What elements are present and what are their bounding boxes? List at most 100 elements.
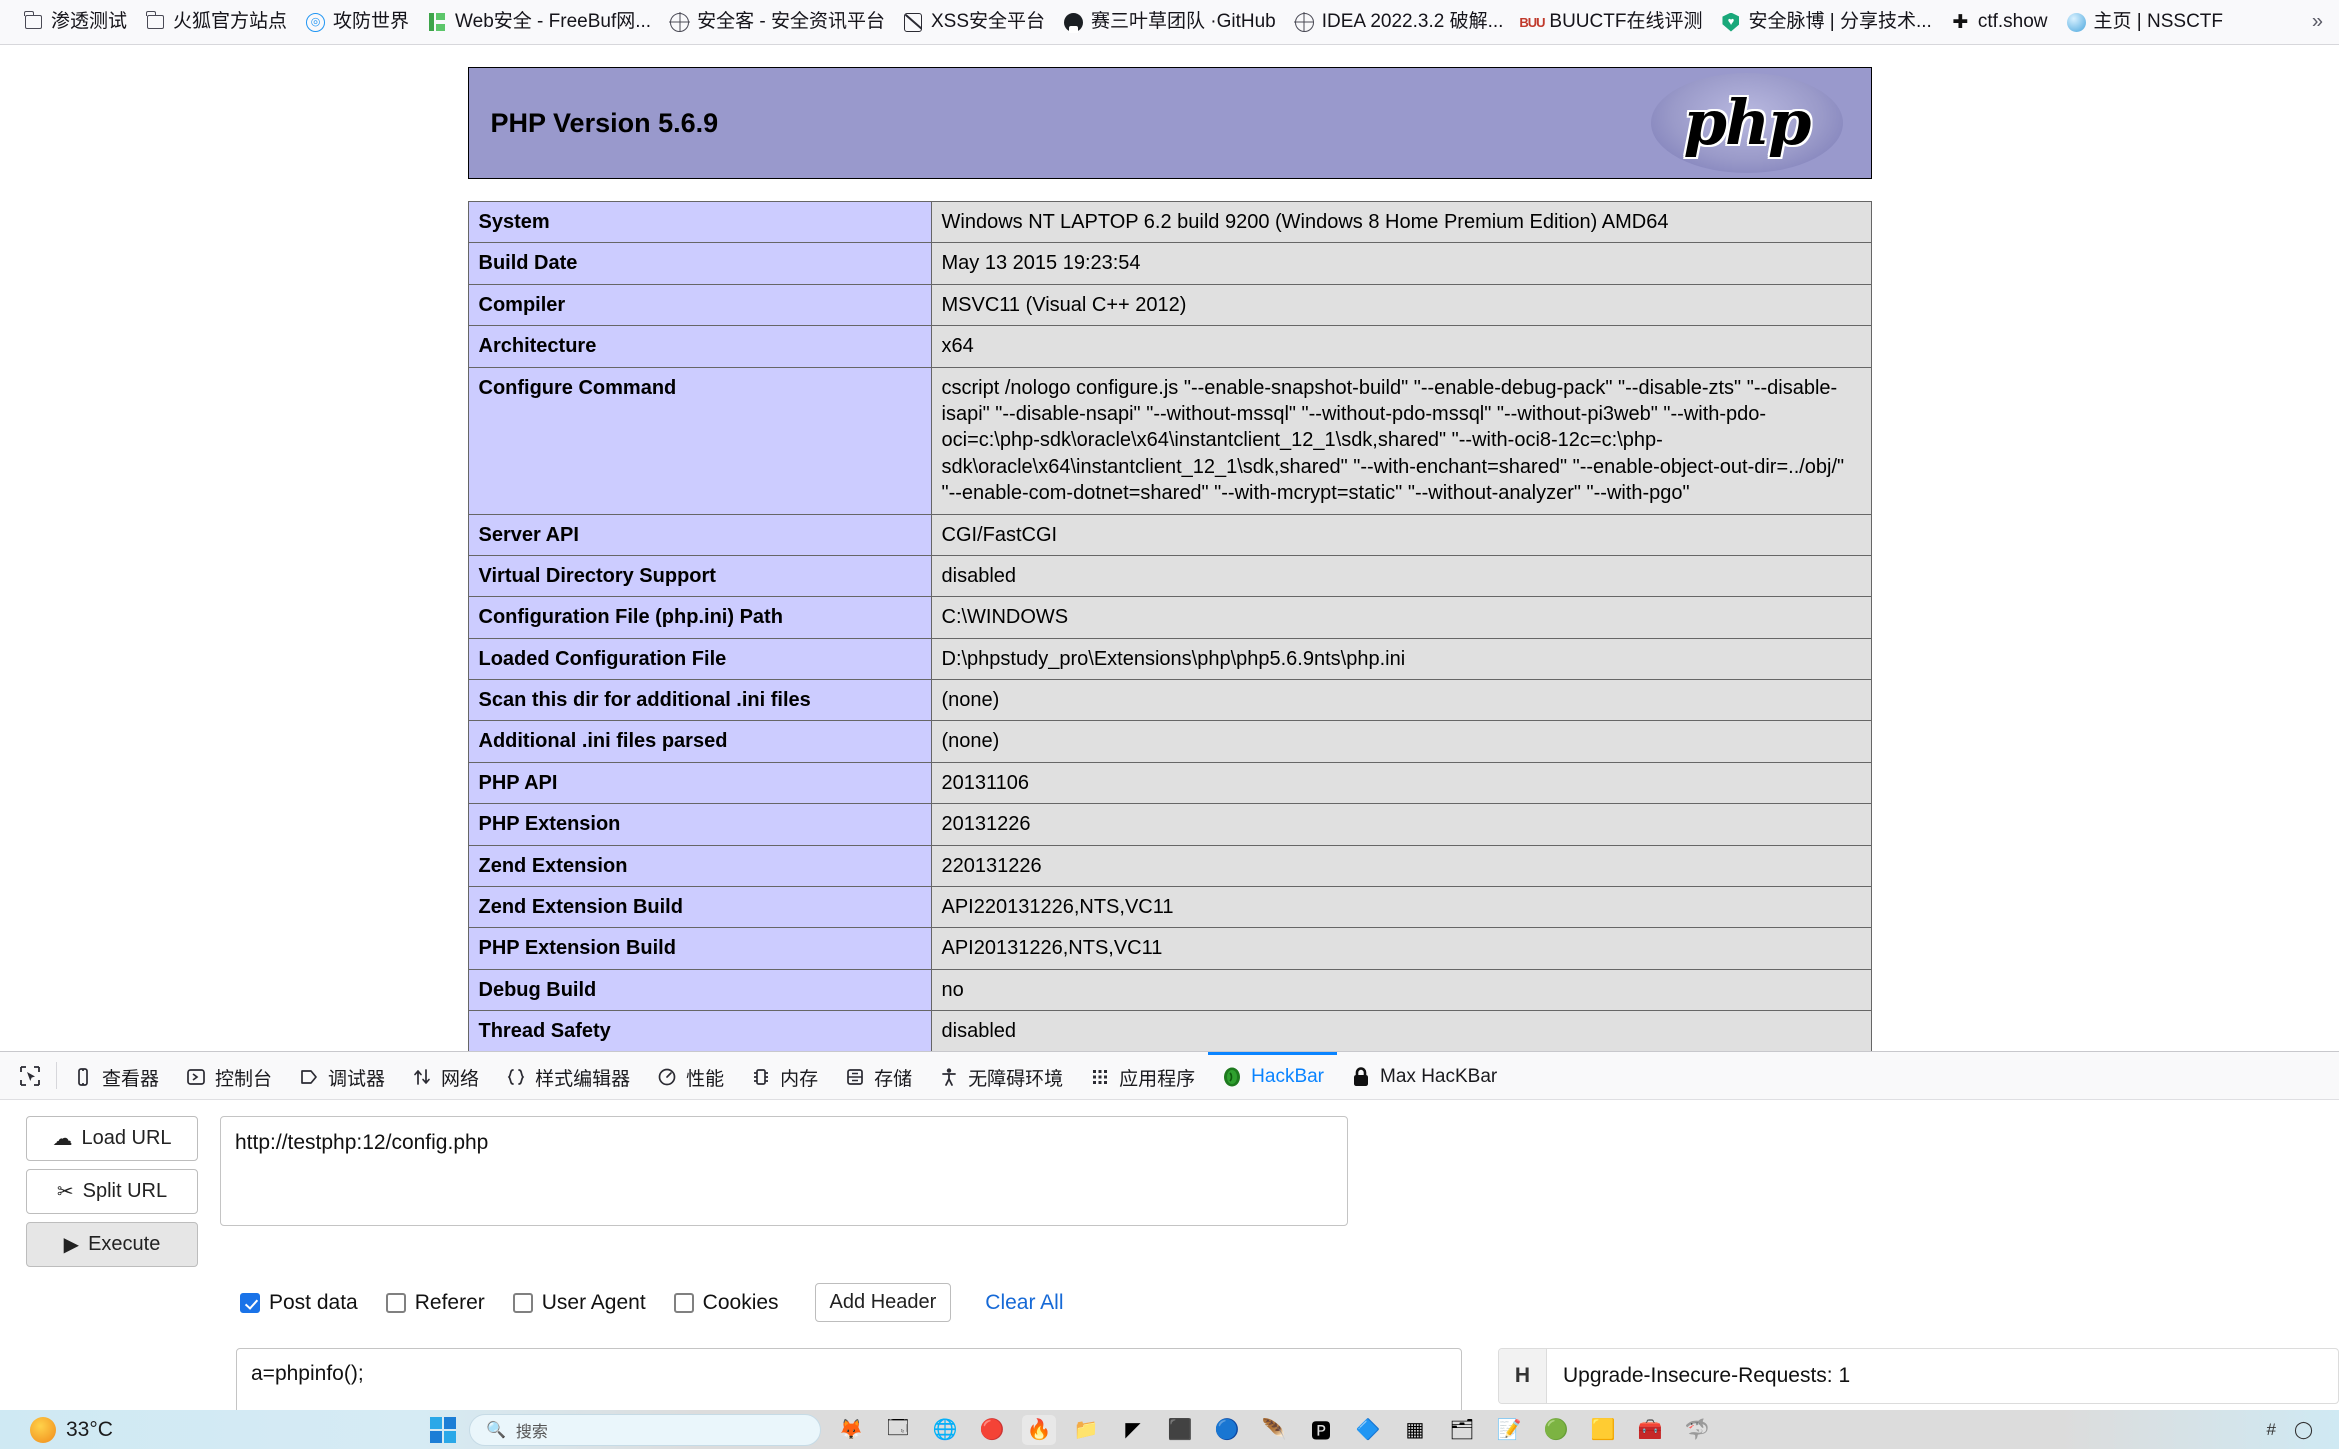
bookmark-label: 安全客 - 安全资讯平台 [697, 10, 885, 32]
taskbar-app-tool[interactable]: 🧰 [1633, 1415, 1667, 1445]
bookmark-item-1[interactable]: 火狐官方站点 [136, 8, 296, 37]
element-picker-button[interactable] [6, 1052, 54, 1099]
table-row: Configure Command cscript /nologo configu… [467, 366, 1872, 515]
tray-keyboard-icon[interactable]: # [2267, 1420, 2276, 1440]
split-url-button[interactable]: ✂ Split URL [26, 1169, 198, 1214]
taskbar-app-chrome[interactable]: 🔴 [975, 1415, 1009, 1445]
tab-style-editor[interactable]: 样式编辑器 [492, 1052, 643, 1099]
table-cell-value: 20131226 [930, 803, 1872, 846]
taskbar-app-browser2[interactable]: 🔵 [1210, 1415, 1244, 1445]
debugger-icon [298, 1066, 320, 1088]
tab-memory[interactable]: 内存 [737, 1052, 831, 1099]
checkbox-cookies-box[interactable] [673, 1292, 694, 1313]
checkbox-cookies[interactable]: Cookies [673, 1290, 779, 1315]
tab-lock[interactable]: Max HacKBar [1337, 1052, 1510, 1099]
bookmark-item-8[interactable]: BUU BUUCTF在线评测 [1512, 8, 1711, 37]
url-input[interactable] [220, 1116, 1348, 1226]
table-row: Server API CGI/FastCGI [467, 513, 1872, 556]
hackbar-button-column: ☁ Load URL ✂ Split URL ▶ Execute [26, 1116, 198, 1267]
table-cell-key: PHP API [467, 761, 932, 805]
devtools-panel: 查看器 控制台 调试器 网络 样式编辑器 性能 内存 存储 无障碍环境 应用程序 HackBar Ma… [0, 1051, 2339, 1449]
bookmark-item-2[interactable]: ◎ 攻防世界 [296, 8, 418, 37]
tray-status-icon[interactable]: ◯ [2294, 1420, 2313, 1440]
tab-application[interactable]: 应用程序 [1076, 1052, 1208, 1099]
table-cell-value: 220131226 [930, 844, 1872, 888]
bookmark-item-9[interactable]: ♥ 安全脉博 | 分享技术... [1711, 8, 1940, 37]
bookmark-item-10[interactable]: ✚ ctf.show [1941, 8, 2057, 37]
checkbox-referer-box[interactable] [385, 1292, 406, 1313]
tab-console[interactable]: 控制台 [172, 1052, 285, 1099]
tab-debugger[interactable]: 调试器 [285, 1052, 398, 1099]
taskbar-app-navicat[interactable]: 🔷 [1351, 1415, 1385, 1445]
bookmark-item-11[interactable]: 主页 | NSSCTF [2057, 8, 2233, 37]
taskbar-app-phpstudy[interactable]: 🅿 [1304, 1415, 1338, 1445]
taskbar-app-notepad[interactable]: 📝 [1492, 1415, 1526, 1445]
shield-icon: ♥ [1720, 12, 1741, 33]
table-row: Loaded Configuration File D:\phpstudy_pro… [467, 637, 1872, 681]
checkbox-cookies-label: Cookies [702, 1290, 779, 1314]
taskbar-app-firefox-dev[interactable]: 🔥 [1022, 1414, 1056, 1445]
tab-inspector[interactable]: 查看器 [59, 1052, 172, 1099]
taskbar-app-sublime[interactable]: ◤ [1116, 1415, 1150, 1445]
taskbar-app-jetbrains[interactable]: ⬛ [1163, 1415, 1197, 1445]
checkbox-user-agent[interactable]: User Agent [512, 1291, 646, 1315]
table-cell-key: Loaded Configuration File [467, 637, 932, 681]
bookmark-item-5[interactable]: XSS安全平台 [894, 8, 1054, 37]
bookmark-item-0[interactable]: 渗透测试 [14, 8, 136, 37]
clear-all-link[interactable]: Clear All [985, 1291, 1063, 1315]
table-row: Zend Extension 220131226 [467, 844, 1872, 888]
globe-icon [669, 12, 690, 33]
bookmarks-overflow-chevron-icon[interactable]: » [2306, 9, 2329, 36]
table-cell-value: disabled [930, 1010, 1872, 1051]
checkbox-post-data-box[interactable] [240, 1292, 260, 1313]
tab-hackbar[interactable]: HackBar [1208, 1052, 1338, 1099]
table-cell-value: (none) [930, 679, 1872, 722]
taskbar-search-box[interactable]: 🔍 搜索 [469, 1413, 821, 1446]
taskbar-app-feather[interactable]: 🪶 [1257, 1415, 1291, 1445]
bookmark-item-7[interactable]: IDEA 2022.3.2 破解... [1285, 8, 1513, 37]
taskbar-app-folder[interactable]: 📁 [1069, 1415, 1103, 1445]
tab-network[interactable]: 网络 [398, 1052, 492, 1099]
taskbar-app-editor[interactable]: 🟨 [1586, 1415, 1620, 1445]
tab-accessibility[interactable]: 无障碍环境 [925, 1052, 1076, 1099]
table-cell-value: API20131226,NTS,VC11 [930, 927, 1872, 970]
checkbox-user-agent-box[interactable] [512, 1292, 533, 1313]
checkbox-post-data-label: Post data [269, 1290, 358, 1314]
taskbar-app-edge[interactable]: 🌐 [928, 1415, 962, 1445]
table-cell-key: Build Date [467, 242, 932, 285]
taskbar-app-explorer[interactable]: 🗔 [881, 1415, 915, 1445]
windows-taskbar: 33°C 🔍 搜索 🦊 🗔 🌐 🔴 🔥 📁 ◤ ⬛ 🔵 🪶 🅿 🔷 ▦ 🗂 📝 … [0, 1410, 2339, 1449]
tab-storage[interactable]: 存储 [831, 1052, 925, 1099]
start-button-icon[interactable] [430, 1416, 456, 1443]
toolbar-divider [56, 1062, 57, 1089]
table-cell-key: Additional .ini files parsed [467, 720, 932, 763]
taskbar-app-folder2[interactable]: 🗂 [1445, 1415, 1479, 1445]
checkbox-referer[interactable]: Referer [385, 1291, 485, 1315]
tab-label: 样式编辑器 [535, 1068, 631, 1090]
taskbar-weather-widget[interactable]: 33°C [0, 1416, 430, 1443]
table-cell-value: x64 [930, 325, 1872, 368]
taskbar-app-green[interactable]: 🟢 [1539, 1415, 1573, 1445]
taskbar-app-burpsuite[interactable]: ▦ [1398, 1415, 1432, 1445]
taskbar-app-firefox[interactable]: 🦊 [834, 1415, 868, 1445]
load-url-button[interactable]: ☁ Load URL [26, 1116, 198, 1161]
bookmark-item-3[interactable]: Web安全 - FreeBuf网... [418, 8, 660, 37]
tab-label: 性能 [686, 1068, 725, 1090]
bookmark-label: Web安全 - FreeBuf网... [455, 10, 652, 32]
table-cell-key: Architecture [467, 325, 932, 368]
element-picker-icon [20, 1065, 40, 1086]
header-value[interactable]: Upgrade-Insecure-Requests: 1 [1547, 1349, 2338, 1403]
header-row[interactable]: H Upgrade-Insecure-Requests: 1 [1498, 1348, 2339, 1404]
execute-label: Execute [88, 1233, 161, 1255]
taskbar-app-wireshark[interactable]: 🦈 [1680, 1415, 1714, 1445]
bookmark-item-6[interactable]: 赛三叶草团队 ·GitHub [1054, 8, 1285, 37]
bookmark-label: 攻防世界 [333, 10, 410, 32]
tab-performance[interactable]: 性能 [643, 1052, 737, 1099]
table-row: Additional .ini files parsed (none) [467, 720, 1872, 763]
table-cell-value: disabled [930, 554, 1872, 598]
add-header-button[interactable]: Add Header [814, 1283, 952, 1322]
checkbox-post-data[interactable]: Post data [240, 1291, 358, 1315]
inspector-icon [72, 1066, 94, 1088]
execute-button[interactable]: ▶ Execute [26, 1222, 198, 1267]
bookmark-item-4[interactable]: 安全客 - 安全资讯平台 [660, 8, 894, 37]
